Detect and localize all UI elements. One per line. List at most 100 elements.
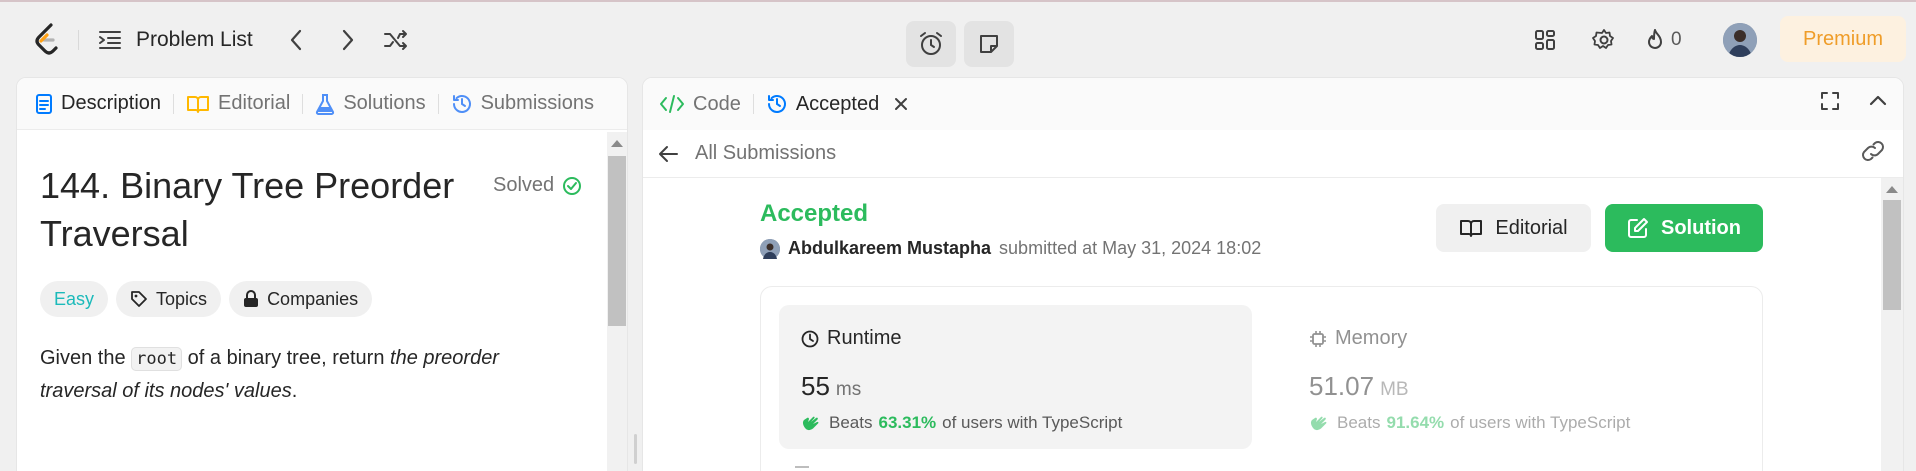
tab-editorial-label: Editorial xyxy=(218,92,291,114)
clock-icon xyxy=(801,330,819,348)
desc-text-3: . xyxy=(291,380,298,402)
tab-editorial[interactable]: Editorial xyxy=(186,92,302,115)
runtime-header: Runtime xyxy=(801,327,901,350)
chevron-right-icon[interactable] xyxy=(330,22,366,58)
memory-value: 51.07 xyxy=(1309,371,1375,401)
memory-label: Memory xyxy=(1335,327,1408,349)
divider xyxy=(752,94,754,114)
companies-label: Companies xyxy=(267,288,359,309)
divider xyxy=(437,93,439,114)
panel-controls xyxy=(1819,90,1889,112)
link-icon[interactable] xyxy=(1859,140,1887,162)
memory-header: Memory xyxy=(1309,327,1407,350)
editorial-button[interactable]: Editorial xyxy=(1436,204,1591,252)
history-icon xyxy=(451,93,473,115)
memory-beats-label: Beats xyxy=(1337,413,1381,432)
history-icon xyxy=(766,93,788,115)
submission-stats: Runtime 55 ms Beats 63.31% of users with … xyxy=(760,286,1763,471)
close-icon[interactable] xyxy=(893,96,909,112)
scrollbar-thumb[interactable] xyxy=(1883,200,1901,310)
editorial-button-label: Editorial xyxy=(1495,216,1568,239)
problem-description: Given the root of a binary tree, return … xyxy=(40,342,560,407)
maximize-icon[interactable] xyxy=(1819,90,1841,112)
author-name[interactable]: Abdulkareem Mustapha xyxy=(788,238,991,259)
memory-beats-percent: 91.64% xyxy=(1386,413,1445,432)
panel-resize-handle[interactable] xyxy=(634,434,637,464)
topics-button[interactable]: Topics xyxy=(116,281,222,317)
memory-unit: MB xyxy=(1380,379,1409,400)
chip-icon xyxy=(1309,330,1327,348)
tab-description[interactable]: Description xyxy=(35,92,173,115)
arrow-left-icon[interactable] xyxy=(657,144,679,164)
runtime-card[interactable]: Runtime 55 ms Beats 63.31% of users with … xyxy=(779,305,1252,449)
streak-counter[interactable]: 0 xyxy=(1645,24,1682,56)
memory-value-row: 51.07 MB xyxy=(1309,371,1409,402)
timer-icon[interactable] xyxy=(906,21,956,67)
runtime-value: 55 xyxy=(801,371,830,401)
waving-hand-icon xyxy=(1309,413,1331,433)
tab-accepted-label: Accepted xyxy=(795,92,880,115)
runtime-value-row: 55 ms xyxy=(801,371,861,402)
submitted-at: submitted at May 31, 2024 18:02 xyxy=(999,238,1262,258)
desc-text-2: of a binary tree, return xyxy=(182,347,391,369)
lock-icon xyxy=(243,290,259,308)
scrollbar-thumb[interactable] xyxy=(608,156,626,326)
runtime-beats-suffix: of users with TypeScript xyxy=(942,413,1123,432)
divider xyxy=(173,93,175,114)
list-icon xyxy=(98,29,122,51)
all-submissions-link[interactable]: All Submissions xyxy=(695,142,836,165)
flask-icon xyxy=(315,93,335,115)
document-icon xyxy=(35,93,53,115)
book-icon xyxy=(186,94,210,114)
scroll-up-icon[interactable] xyxy=(611,140,623,147)
note-icon[interactable] xyxy=(964,21,1014,67)
problem-tags: Easy Topics Companies xyxy=(40,281,373,317)
grid-icon[interactable] xyxy=(1527,22,1563,58)
solved-label: Solved xyxy=(493,174,555,196)
submission-header: All Submissions xyxy=(643,130,1903,178)
avatar[interactable] xyxy=(1723,23,1757,57)
tab-accepted[interactable]: Accepted xyxy=(766,93,921,116)
tab-submissions-label: Submissions xyxy=(480,92,594,114)
runtime-beats-label: Beats xyxy=(829,413,873,432)
divider xyxy=(78,30,79,50)
edit-icon xyxy=(1627,217,1649,239)
scroll-up-icon[interactable] xyxy=(1886,186,1898,193)
difficulty-badge: Easy xyxy=(40,281,109,317)
tab-submissions[interactable]: Submissions xyxy=(451,92,606,115)
companies-button[interactable]: Companies xyxy=(229,281,373,317)
chevron-up-icon[interactable] xyxy=(1867,90,1889,112)
leetcode-logo[interactable] xyxy=(30,22,66,58)
runtime-label: Runtime xyxy=(827,327,902,349)
memory-beats-suffix: of users with TypeScript xyxy=(1450,413,1631,432)
gear-icon[interactable] xyxy=(1586,22,1622,58)
chevron-left-icon[interactable] xyxy=(278,22,314,58)
book-icon xyxy=(1459,218,1483,238)
solved-status: Solved xyxy=(493,174,582,197)
waving-hand-icon xyxy=(801,413,823,433)
premium-button[interactable]: Premium xyxy=(1780,16,1906,62)
avatar xyxy=(760,238,780,259)
scrollbar[interactable] xyxy=(607,132,627,471)
memory-card[interactable]: Memory 51.07 MB Beats 91.64% of users wit… xyxy=(1287,305,1747,449)
problem-tabs: Description Editorial Solutions Submissi… xyxy=(17,78,627,130)
solution-button[interactable]: Solution xyxy=(1605,204,1763,252)
tab-code-label: Code xyxy=(693,92,741,115)
top-navbar: Problem List 0 Premium xyxy=(0,2,1916,76)
runtime-beats-percent: 63.31% xyxy=(878,413,937,432)
shuffle-icon[interactable] xyxy=(378,22,414,58)
scrollbar[interactable] xyxy=(1881,178,1903,471)
runtime-beats: Beats 63.31% of users with TypeScript xyxy=(801,413,1122,433)
streak-count: 0 xyxy=(1671,29,1682,50)
problem-list-button[interactable]: Problem List xyxy=(98,24,253,56)
divider xyxy=(302,93,304,114)
check-circle-icon xyxy=(562,176,582,196)
solution-button-label: Solution xyxy=(1661,216,1741,239)
code-icon xyxy=(659,94,685,114)
problem-list-label: Problem List xyxy=(136,28,253,51)
submission-status: Accepted xyxy=(760,200,869,227)
runtime-unit: ms xyxy=(835,379,862,400)
problem-title[interactable]: 144. Binary Tree Preorder Traversal xyxy=(40,162,480,258)
tab-solutions[interactable]: Solutions xyxy=(315,92,437,115)
tab-code[interactable]: Code xyxy=(659,93,753,116)
